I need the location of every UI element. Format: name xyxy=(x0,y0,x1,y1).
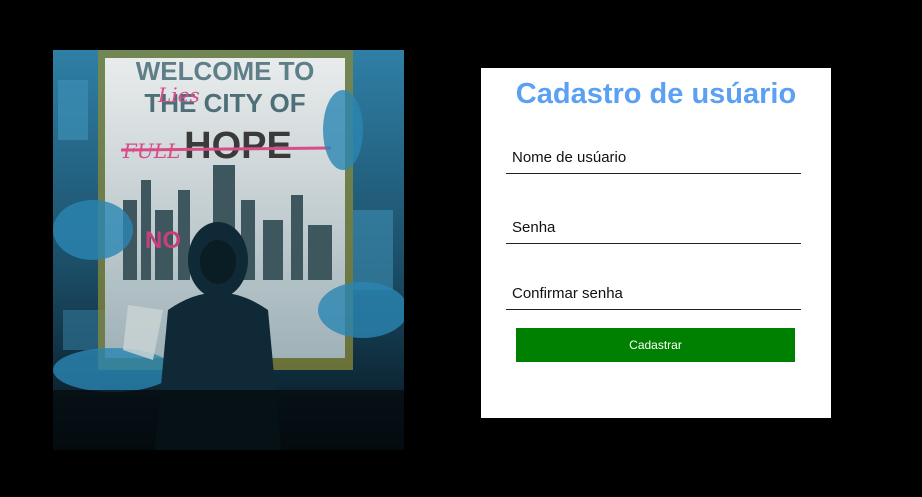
poster-graffiti-top: Lies xyxy=(157,83,200,107)
register-button[interactable]: Cadastrar xyxy=(516,328,795,362)
confirm-password-input[interactable] xyxy=(506,278,801,310)
poster-image: WELCOME TO THE CITY OF HOPE Lies FULL NO xyxy=(53,50,404,450)
username-input[interactable] xyxy=(506,142,801,174)
password-input[interactable] xyxy=(506,212,801,244)
form-title: Cadastro de usúario xyxy=(515,78,797,110)
poster-line-3: HOPE xyxy=(184,125,292,167)
poster-graffiti-no: NO xyxy=(145,227,181,254)
poster-line-1: WELCOME TO xyxy=(136,56,315,86)
signup-card: Cadastro de usúario Cadastrar xyxy=(481,68,831,418)
poster-artwork: WELCOME TO THE CITY OF HOPE Lies FULL NO xyxy=(53,50,404,450)
